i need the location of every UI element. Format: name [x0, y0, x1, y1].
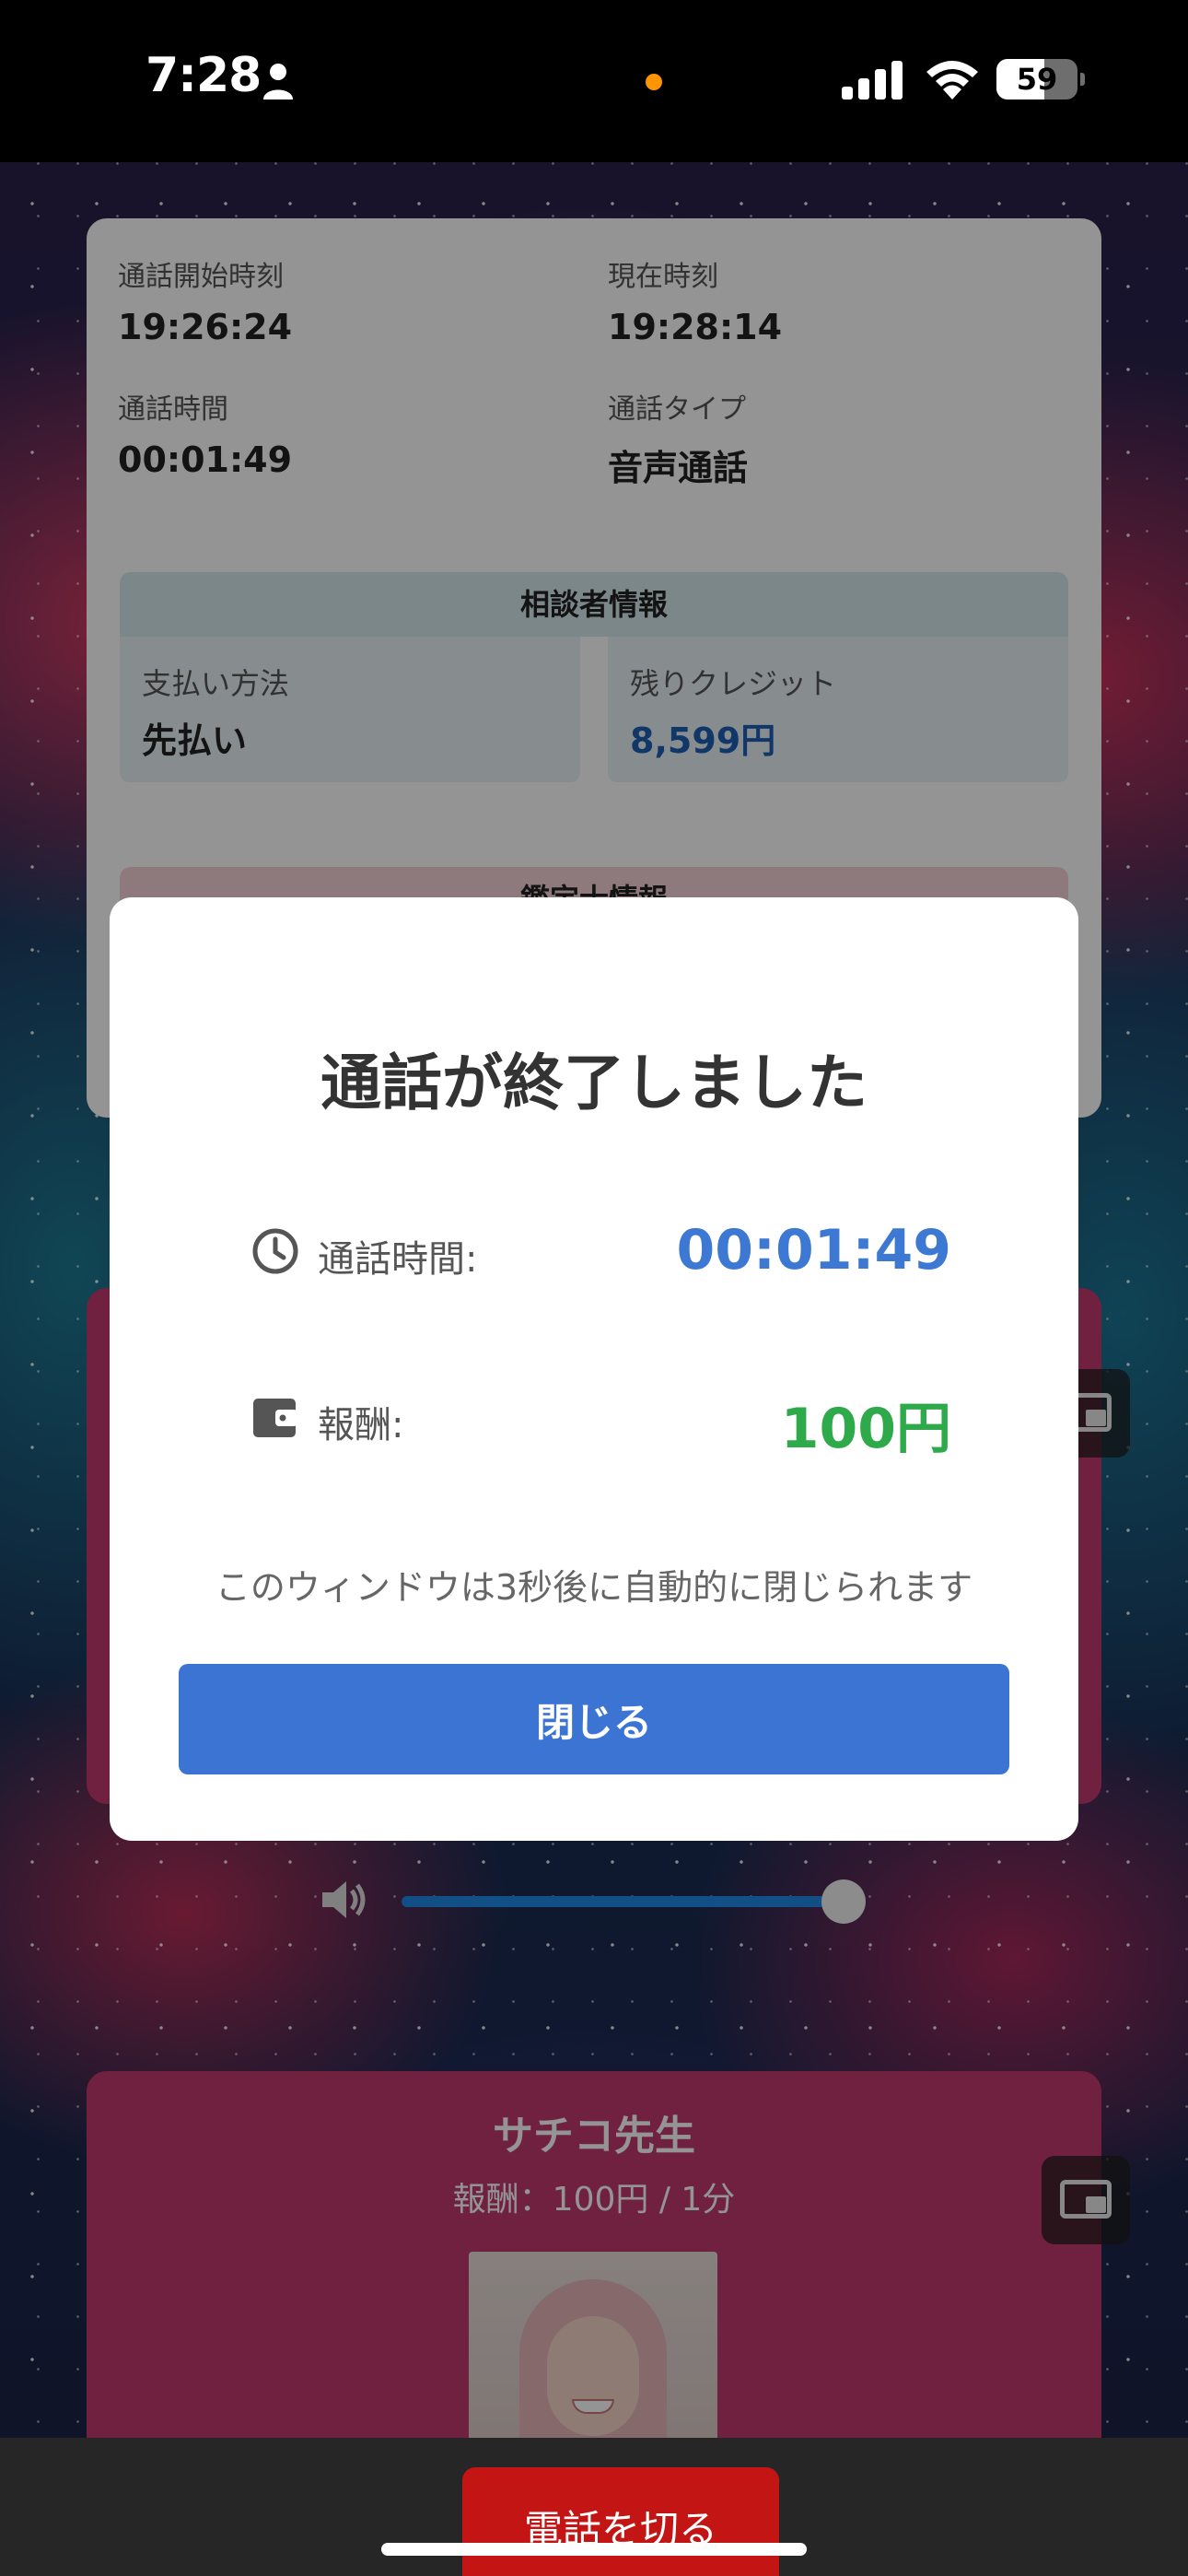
- dialog-duration-label: 通話時間:: [318, 1238, 478, 1281]
- dialog-reward-row: 報酬: 100円: [251, 1384, 951, 1461]
- dialog-duration-value: 00:01:49: [676, 1218, 951, 1282]
- battery-percent: 59: [1016, 62, 1058, 97]
- call-ended-dialog: 通話が終了しました 通話時間: 00:01:49 報酬: 100円 このウィンド…: [110, 897, 1078, 1841]
- wallet-icon: [253, 1399, 297, 1437]
- dialog-duration-row: 通話時間: 00:01:49: [251, 1218, 951, 1282]
- clock-icon: [252, 1228, 298, 1274]
- wifi-icon: [926, 61, 978, 100]
- battery-icon: 59: [996, 59, 1085, 100]
- person-icon: [263, 64, 293, 100]
- cellular-signal-icon: [842, 61, 903, 100]
- privacy-indicator-dot: [646, 74, 662, 90]
- hang-up-button[interactable]: 電話を切る: [462, 2467, 779, 2576]
- auto-close-notice: このウィンドウは3秒後に自動的に閉じられます: [215, 1567, 973, 1608]
- dialog-reward-label: 報酬:: [318, 1404, 404, 1446]
- dialog-reward-value: 100円: [780, 1397, 951, 1461]
- home-indicator[interactable]: [381, 2543, 807, 2556]
- status-bar: 7:28 59: [0, 0, 1188, 162]
- dialog-title: 通話が終了しました: [320, 1048, 868, 1118]
- status-time: 7:28: [146, 48, 262, 103]
- close-button[interactable]: 閉じる: [179, 1664, 1009, 1774]
